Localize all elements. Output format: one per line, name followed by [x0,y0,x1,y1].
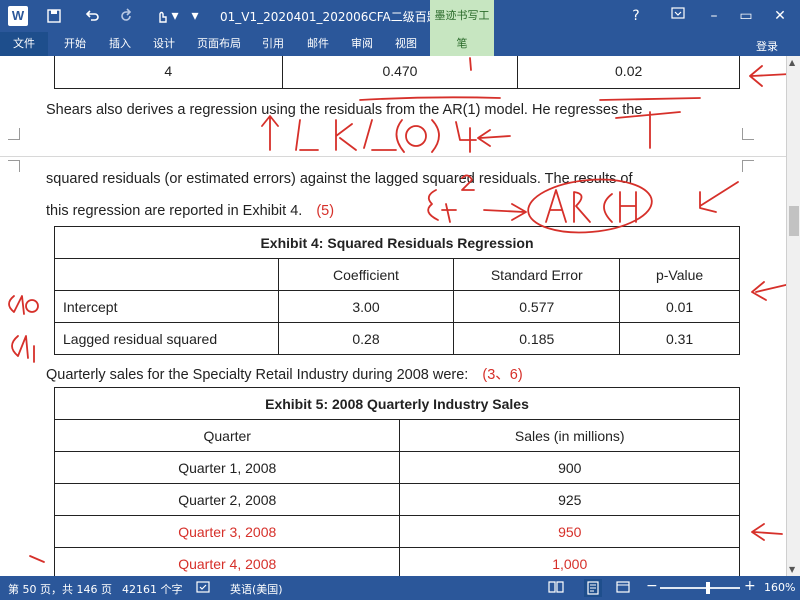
web-layout-icon[interactable] [616,580,630,597]
paragraph: squared residuals (or estimated errors) … [46,171,633,187]
maximize-button[interactable]: ▭ [732,4,760,28]
tab-design[interactable]: 设计 [153,32,175,56]
table-cell: 950 [399,515,740,548]
zoom-out-icon[interactable]: − [646,578,658,594]
table-cell: 3.00 [277,290,455,323]
table-header: p-Value [619,258,740,291]
status-bar: 第 50 页，共 146 页 42161 个字 英语(美国) − + 160% [0,576,800,600]
table-cell: 4 [54,56,283,89]
ribbon-display-icon[interactable] [664,4,692,28]
table-header: Sales (in millions) [399,419,740,452]
table-cell: Intercept [54,290,279,323]
tab-layout[interactable]: 页面布局 [197,32,241,56]
proofing-icon[interactable] [196,580,210,597]
table-header: Standard Error [453,258,621,291]
table-cell: 925 [399,483,740,516]
table-cell: 0.02 [517,56,740,89]
scroll-up-icon[interactable]: ▲ [789,58,795,67]
scroll-down-icon[interactable]: ▼ [789,565,795,574]
minimize-button[interactable]: – [700,4,728,28]
tab-insert[interactable]: 插入 [109,32,131,56]
table-header: Coefficient [277,258,455,291]
zoom-level[interactable]: 160% [764,581,795,594]
table-cell: 0.185 [453,322,621,355]
tab-file[interactable]: 文件 [0,32,48,56]
sign-in-link[interactable]: 登录 [756,38,778,54]
table-title-row: Exhibit 5: 2008 Quarterly Industry Sales [54,387,740,420]
exhibit3-partial-table: 4 0.470 0.02 [54,56,740,89]
title-bar: W ▾ ▾ 01_V1_2020401_202006CFA二级百题预测(... … [0,0,800,54]
table-cell: Quarter 3, 2008 [53,515,401,548]
table-row: 4 0.470 0.02 [54,56,740,89]
tab-view[interactable]: 视图 [395,32,417,56]
crop-mark [742,160,754,172]
print-layout-icon[interactable] [584,579,602,597]
table-cell: 900 [399,451,740,484]
word-window: { "titlebar": { "title": "01_V1_2020401_… [0,0,800,600]
paragraph: Shears also derives a regression using t… [46,102,643,118]
question-ref: (5) [316,203,335,219]
table-cell: 0.470 [281,56,519,89]
exhibit5-table: Exhibit 5: 2008 Quarterly Industry Sales… [53,387,740,576]
paragraph-line: this regression are reported in Exhibit … [46,203,334,219]
ribbon-tabs: 文件 开始 插入 设计 页面布局 引用 邮件 审阅 视图 笔 [0,32,800,56]
language-status[interactable]: 英语(美国) [230,581,283,597]
tab-home[interactable]: 开始 [64,32,86,56]
tab-mailings[interactable]: 邮件 [307,32,329,56]
table-cell: Quarter 1, 2008 [53,451,401,484]
close-button[interactable]: ✕ [766,4,794,28]
exhibit4-table: Exhibit 4: Squared Residuals Regression … [54,226,740,355]
table-row: Quarter 4, 2008 1,000 [53,547,740,576]
table-title: Exhibit 4: Squared Residuals Regression [54,226,740,259]
table-row: Quarter 2, 2008 925 [53,483,740,516]
crop-mark [742,128,754,140]
tab-references[interactable]: 引用 [262,32,284,56]
zoom-slider-knob[interactable] [706,582,710,594]
save-icon[interactable] [44,6,64,26]
word-count[interactable]: 42161 个字 [122,581,183,597]
table-cell: 0.577 [453,290,621,323]
table-cell: 0.01 [619,290,740,323]
crop-mark [8,160,20,172]
zoom-slider[interactable] [660,582,740,594]
touch-mode-icon[interactable] [152,6,172,26]
scroll-thumb[interactable] [789,206,799,236]
redo-icon[interactable] [116,6,136,26]
table-header [54,258,279,291]
table-header-row: Quarter Sales (in millions) [53,419,740,452]
tab-pen[interactable]: 笔 [430,32,494,56]
table-row: Quarter 1, 2008 900 [53,451,740,484]
read-mode-icon[interactable] [548,580,564,597]
word-logo-icon: W [8,6,28,26]
paragraph-line: Quarterly sales for the Specialty Retail… [46,363,523,384]
undo-icon[interactable] [82,6,102,26]
question-ref: (3、6) [482,367,523,383]
customize-qat-icon[interactable]: ▾ [190,6,200,26]
table-cell: 1,000 [399,547,740,576]
crop-mark [8,128,20,140]
page-count[interactable]: 第 50 页，共 146 页 [8,581,112,597]
help-button[interactable]: ? [622,4,650,28]
chevron-down-icon[interactable]: ▾ [170,6,180,26]
table-header: Quarter [53,419,401,452]
paragraph-text: this regression are reported in Exhibit … [46,203,303,219]
table-row: Lagged residual squared 0.28 0.185 0.31 [54,322,740,355]
table-title: Exhibit 5: 2008 Quarterly Industry Sales [54,387,740,420]
vertical-scrollbar[interactable]: ▲ ▼ [786,56,800,576]
tab-review[interactable]: 审阅 [351,32,373,56]
table-row: Quarter 3, 2008 950 [53,515,740,548]
table-cell: Lagged residual squared [54,322,279,355]
table-cell: 0.28 [277,322,455,355]
table-title-row: Exhibit 4: Squared Residuals Regression [54,226,740,259]
document-area[interactable]: 4 0.470 0.02 Shears also derives a regre… [0,56,786,576]
table-cell: Quarter 4, 2008 [53,547,401,576]
zoom-in-icon[interactable]: + [744,578,756,594]
table-header-row: Coefficient Standard Error p-Value [54,258,740,291]
ink-tools-label: 墨迹书写工具 [430,0,494,54]
table-row: Intercept 3.00 0.577 0.01 [54,290,740,323]
paragraph-text: Quarterly sales for the Specialty Retail… [46,367,469,383]
table-cell: Quarter 2, 2008 [53,483,401,516]
table-cell: 0.31 [619,322,740,355]
